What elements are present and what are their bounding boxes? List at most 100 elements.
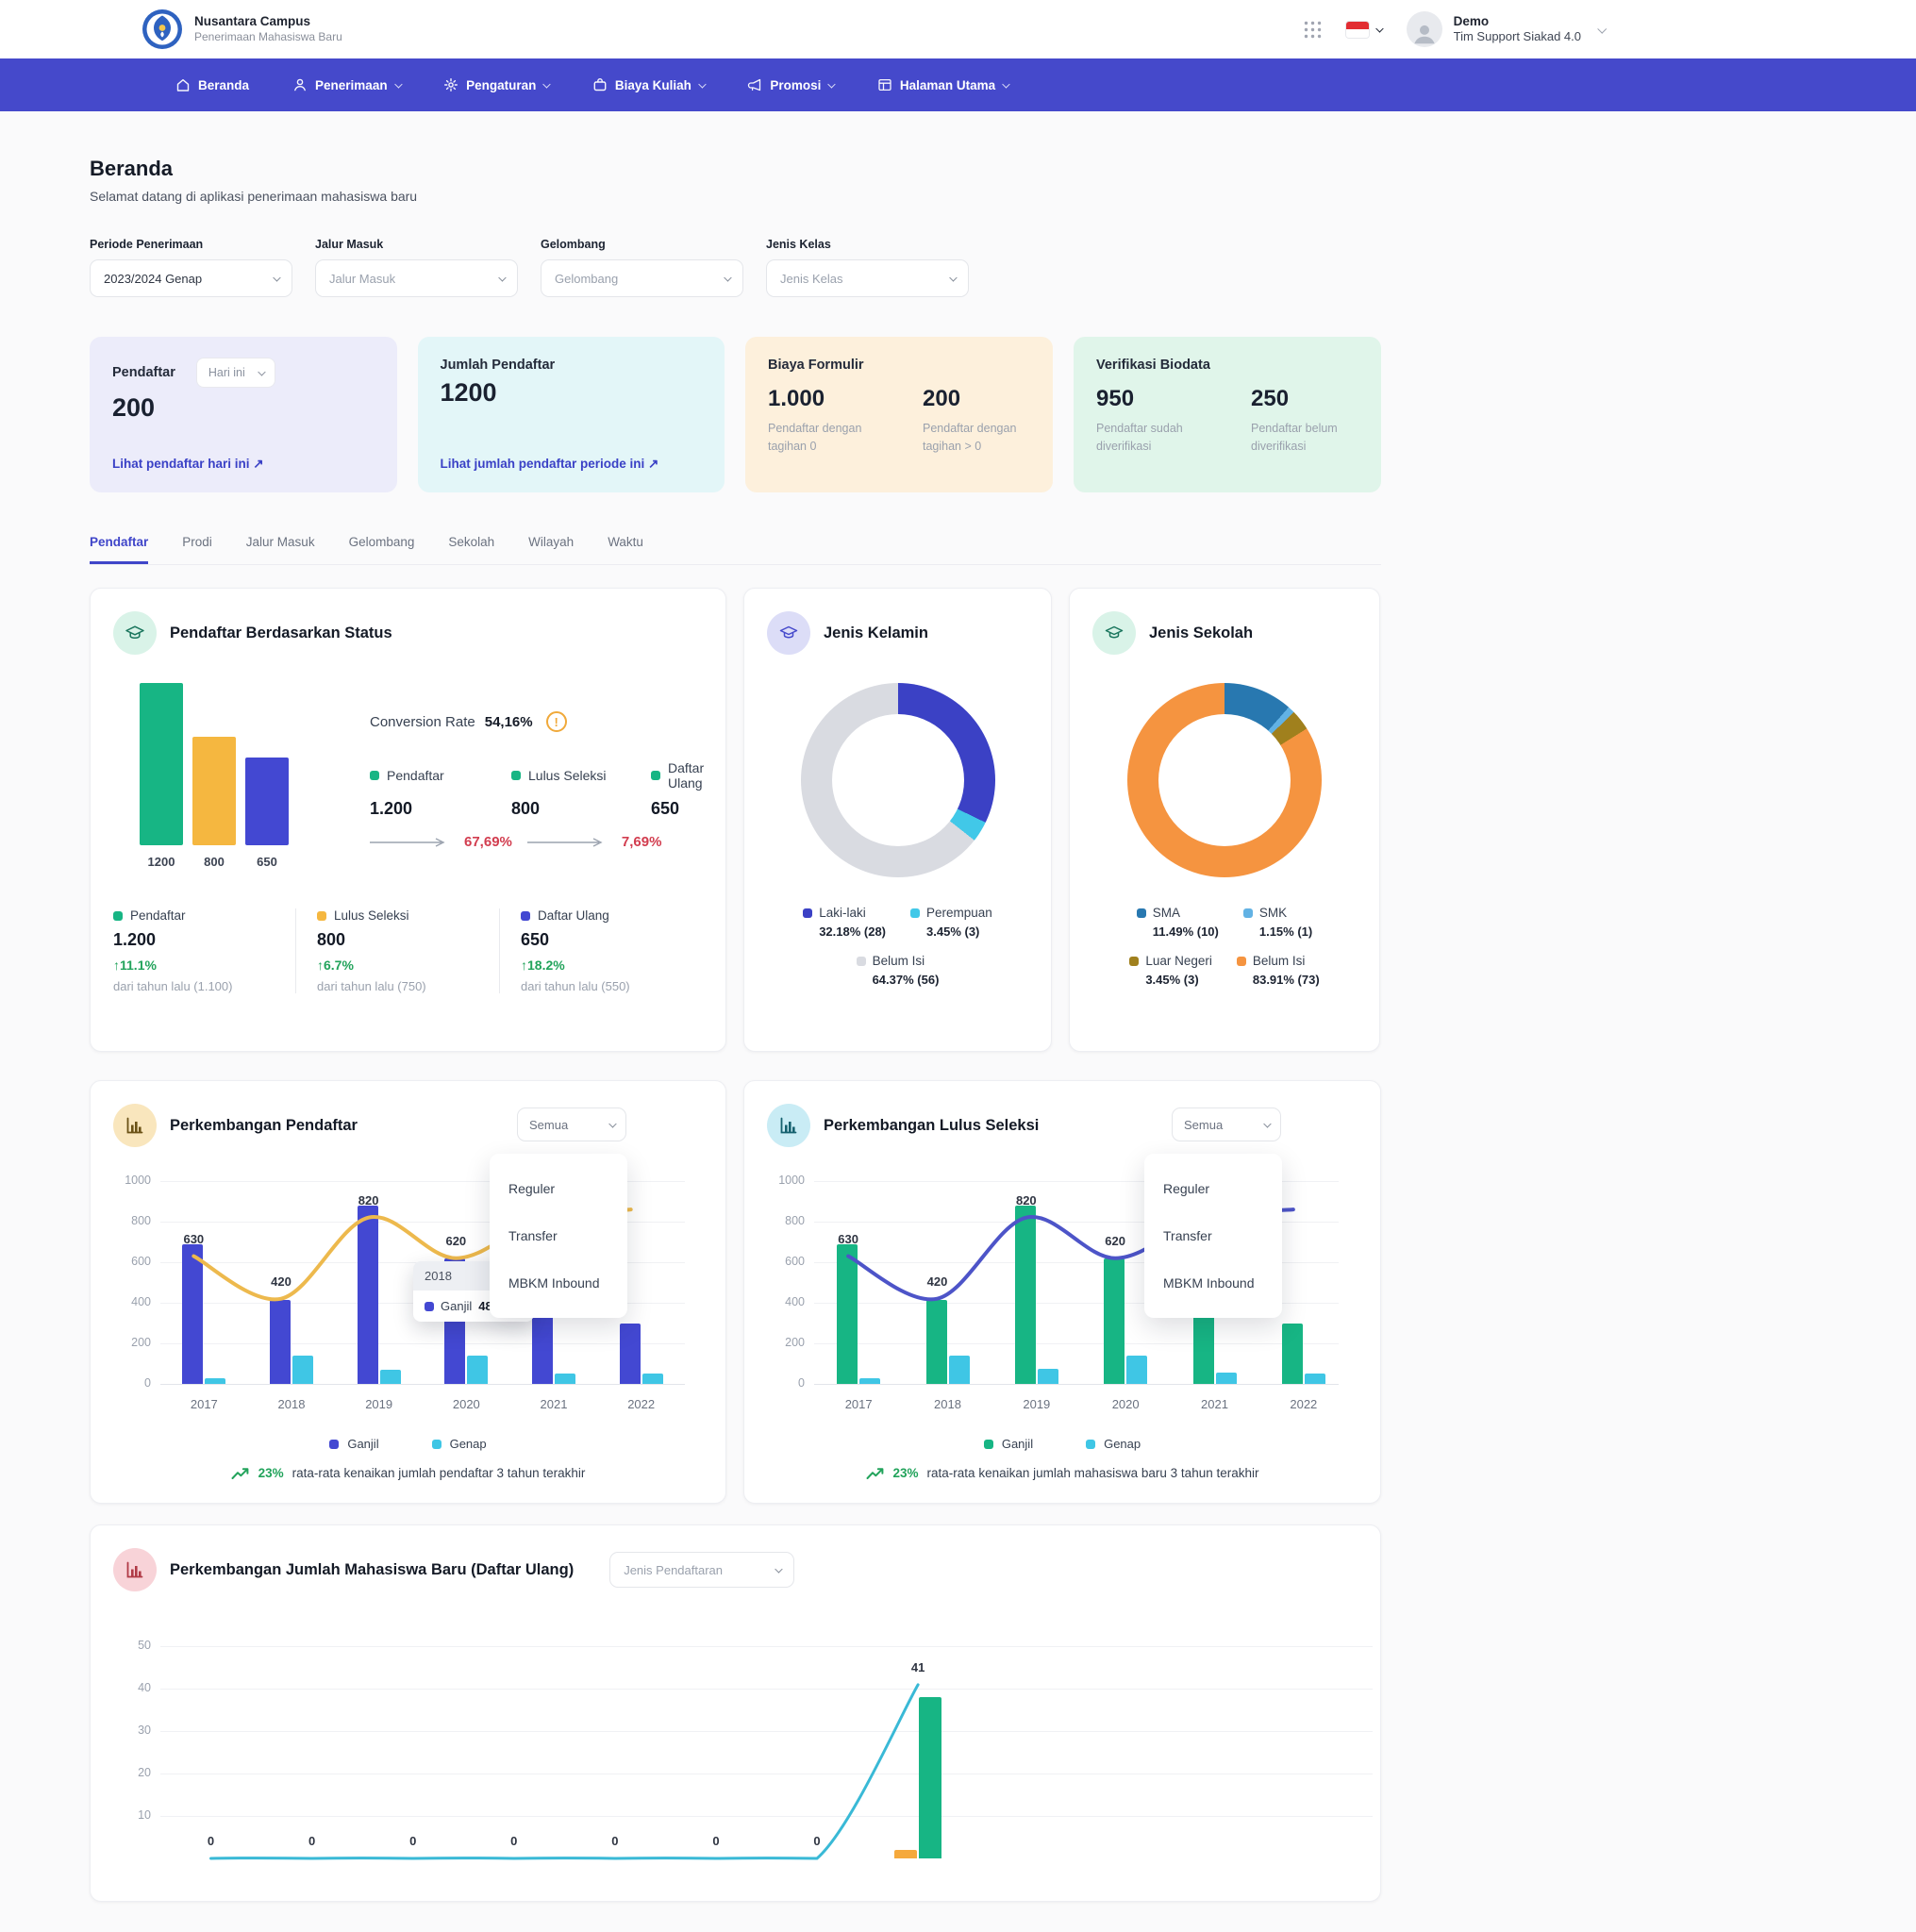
jenis-pendaftaran-select[interactable]: Jenis Pendaftaran (609, 1552, 794, 1588)
funnel-label: Pendaftar (387, 768, 444, 783)
y-axis-tick: 600 (769, 1255, 805, 1268)
tab-wilayah[interactable]: Wilayah (528, 535, 574, 564)
daftar-ulang-trend-plot: 1020304050000000041 (160, 1625, 1373, 1858)
bar (192, 737, 236, 845)
bar-chart-icon (113, 1104, 157, 1147)
legend-label: Belum Isi (1253, 954, 1306, 968)
bar-chart-icon (767, 1104, 810, 1147)
periode-penerimaan-select[interactable]: 2023/2024 Genap (90, 259, 292, 297)
nav-label: Penerimaan (315, 78, 388, 92)
tooltip-series: Ganjil (441, 1299, 472, 1313)
x-axis-tick: 2021 (1182, 1397, 1248, 1411)
select-value: Semua (529, 1118, 568, 1132)
menu-item-mbkm-inbound[interactable]: MBKM Inbound (1144, 1259, 1282, 1307)
y-axis-tick: 800 (115, 1214, 151, 1227)
legend-dot (521, 911, 530, 921)
filters-row: Periode Penerimaan 2023/2024 Genap Jalur… (90, 238, 1381, 297)
trend-up-icon (231, 1467, 250, 1480)
page-title: Beranda (90, 157, 1381, 181)
jenis-kelas-select[interactable]: Jenis Kelas (766, 259, 969, 297)
main-content: Beranda Selamat datang di aplikasi pener… (90, 111, 1381, 1902)
stat-value: 200 (112, 393, 375, 423)
chevron-down-icon (1597, 24, 1607, 33)
tab-pendaftar[interactable]: Pendaftar (90, 535, 148, 564)
legend-smk: SMK 1.15% (1) (1243, 906, 1312, 939)
legend-label: Genap (450, 1437, 487, 1451)
stat-label: Pendaftar sudah diverifikasi (1096, 420, 1209, 456)
x-axis-tick: 2020 (1092, 1397, 1158, 1411)
summary-value: 650 (521, 930, 703, 950)
summary-pendaftar: Pendaftar 1.200 11.1% dari tahun lalu (1… (113, 908, 295, 993)
home-icon (175, 77, 191, 92)
nav-item-promosi[interactable]: Promosi (747, 77, 834, 92)
card-perkembangan-daftar-ulang: Perkembangan Jumlah Mahasiswa Baru (Daft… (90, 1524, 1381, 1902)
apps-grid-icon[interactable] (1304, 21, 1322, 39)
nav-item-penerimaan[interactable]: Penerimaan (292, 77, 400, 92)
nav-label: Biaya Kuliah (615, 78, 691, 92)
lulus-trend-menu: Reguler Transfer MBKM Inbound (1144, 1154, 1282, 1318)
x-axis-tick: 2019 (346, 1397, 412, 1411)
lihat-jumlah-link[interactable]: Lihat jumlah pendaftar periode ini (441, 457, 703, 472)
brand-subtitle: Penerimaan Mahasiswa Baru (194, 30, 342, 44)
menu-item-reguler[interactable]: Reguler (490, 1165, 627, 1212)
language-selector[interactable] (1346, 22, 1382, 38)
summary-lulus-seleksi: Lulus Seleksi 800 6.7% dari tahun lalu (… (295, 908, 499, 993)
tab-sekolah[interactable]: Sekolah (448, 535, 494, 564)
lulus-trend-select[interactable]: Semua (1172, 1108, 1281, 1141)
bar (245, 758, 289, 845)
school-legend: SMA 11.49% (10) SMK 1.15% (1) Luar Neger… (1092, 906, 1357, 987)
tab-gelombang[interactable]: Gelombang (349, 535, 415, 564)
menu-item-reguler[interactable]: Reguler (1144, 1165, 1282, 1212)
pendaftar-period-select[interactable]: Hari ini (196, 358, 275, 388)
verifikasi-right: 250 Pendaftar belum diverifikasi (1251, 386, 1364, 456)
legend-dot (432, 1440, 442, 1449)
menu-item-transfer[interactable]: Transfer (490, 1212, 627, 1259)
info-warning-icon[interactable] (546, 711, 567, 732)
jalur-masuk-select[interactable]: Jalur Masuk (315, 259, 518, 297)
legend-dot (1243, 908, 1253, 918)
pendaftar-trend-select[interactable]: Semua (517, 1108, 626, 1141)
funnel-label: Lulus Seleksi (528, 768, 607, 783)
top-bar-right: Demo Tim Support Siakad 4.0 (1304, 11, 1605, 47)
user-menu[interactable]: Demo Tim Support Siakad 4.0 (1407, 11, 1605, 47)
stat-title: Verifikasi Biodata (1096, 358, 1210, 373)
funnel-value: 650 (651, 799, 704, 819)
legend-value: 32.18% (28) (819, 924, 886, 939)
tab-jalur-masuk[interactable]: Jalur Masuk (246, 535, 315, 564)
conversion-block: Conversion Rate 54,16% Pendaftar Lulus S… (330, 683, 704, 869)
x-axis-tick: 2018 (258, 1397, 325, 1411)
bag-icon (592, 77, 608, 92)
footer-percent: 23% (893, 1466, 919, 1480)
select-value: Semua (1184, 1118, 1223, 1132)
legend-sma: SMA 11.49% (10) (1137, 906, 1219, 939)
page-subtitle: Selamat datang di aplikasi penerimaan ma… (90, 189, 1381, 204)
tab-waktu[interactable]: Waktu (608, 535, 643, 564)
chevron-down-icon (394, 80, 402, 88)
nav-item-pengaturan[interactable]: Pengaturan (443, 77, 549, 92)
chevron-down-icon (698, 80, 706, 88)
nav-item-biaya-kuliah[interactable]: Biaya Kuliah (592, 77, 705, 92)
legend-dot (1086, 1440, 1095, 1449)
chevron-down-icon (543, 80, 551, 88)
legend-luar-negeri: Luar Negeri 3.45% (3) (1129, 954, 1212, 987)
menu-item-mbkm-inbound[interactable]: MBKM Inbound (490, 1259, 627, 1307)
nav-item-beranda[interactable]: Beranda (175, 77, 249, 92)
campus-logo-icon (142, 8, 183, 50)
gelombang-select[interactable]: Gelombang (541, 259, 743, 297)
main-nav: Beranda Penerimaan Pengaturan Biaya Kuli… (0, 58, 1916, 111)
select-placeholder: Jenis Pendaftaran (624, 1563, 723, 1577)
lihat-pendaftar-link[interactable]: Lihat pendaftar hari ini (112, 457, 375, 472)
tab-prodi[interactable]: Prodi (182, 535, 212, 564)
legend-value: 64.37% (56) (873, 973, 940, 987)
x-axis-tick: 2018 (915, 1397, 981, 1411)
chevron-down-icon (608, 1120, 616, 1127)
legend-label: Genap (1104, 1437, 1141, 1451)
legend-label: Perempuan (926, 906, 992, 920)
nav-item-halaman-utama[interactable]: Halaman Utama (877, 77, 1008, 92)
summary-value: 1.200 (113, 930, 295, 950)
filter-periode-penerimaan: Periode Penerimaan 2023/2024 Genap (90, 238, 292, 297)
legend-belum-isi: Belum Isi 83.91% (73) (1237, 954, 1320, 987)
menu-item-transfer[interactable]: Transfer (1144, 1212, 1282, 1259)
y-axis-tick: 1000 (115, 1174, 151, 1187)
summary-change: 18.2% (521, 958, 703, 973)
